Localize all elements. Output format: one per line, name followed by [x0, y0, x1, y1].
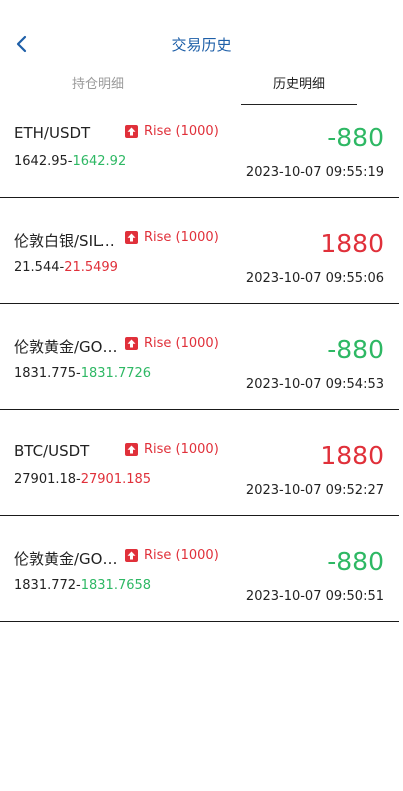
- trade-pair: 伦敦黄金/GOLD: [14, 550, 122, 568]
- trade-row[interactable]: 伦敦黄金/GOLD Rise (1000) 1831.775-1831.7726 -8…: [0, 304, 399, 410]
- price-range: 21.544-21.5499: [14, 260, 118, 275]
- trade-row[interactable]: 伦敦白银/SILVER Rise (1000) 21.544-21.5499 1880…: [0, 198, 399, 304]
- arrow-up-icon: [125, 231, 138, 244]
- open-price: 27901.18-: [14, 472, 81, 487]
- close-price: 27901.185: [80, 472, 152, 487]
- page-title: 交易历史: [171, 36, 232, 54]
- price-range: 1831.772-1831.7658: [14, 578, 151, 593]
- close-price: 1642.92: [72, 154, 127, 169]
- profit-loss: 1880: [320, 229, 384, 258]
- open-price: 1831.775-: [14, 366, 81, 381]
- trade-time: 2023-10-07 09:50:51: [245, 589, 384, 604]
- arrow-up-icon: [125, 549, 138, 562]
- close-price: 1831.7726: [80, 366, 152, 381]
- trade-pair: ETH/USDT: [14, 124, 91, 142]
- price-range: 1642.95-1642.92: [14, 154, 126, 169]
- trade-pair: 伦敦黄金/GOLD: [14, 338, 122, 356]
- header: 交易历史: [0, 0, 403, 80]
- trade-pair: BTC/USDT: [14, 442, 90, 460]
- trade-time: 2023-10-07 09:54:53: [245, 377, 384, 392]
- profit-loss: -880: [327, 335, 384, 364]
- profit-loss: 1880: [320, 441, 384, 470]
- direction-badge: Rise (1000): [125, 230, 219, 245]
- arrow-up-icon: [125, 443, 138, 456]
- trade-time: 2023-10-07 09:55:06: [245, 271, 384, 286]
- price-range: 27901.18-27901.185: [14, 472, 151, 487]
- trade-list: ETH/USDT Rise (1000) 1642.95-1642.92 -880 20…: [0, 92, 399, 622]
- direction-label: Rise (1000): [144, 442, 219, 457]
- trade-row[interactable]: ETH/USDT Rise (1000) 1642.95-1642.92 -880 20…: [0, 92, 399, 198]
- price-range: 1831.775-1831.7726: [14, 366, 151, 381]
- trade-row[interactable]: 伦敦黄金/GOLD Rise (1000) 1831.772-1831.7658 -8…: [0, 516, 399, 622]
- profit-loss: -880: [327, 123, 384, 152]
- direction-badge: Rise (1000): [125, 442, 219, 457]
- close-price: 21.5499: [64, 260, 118, 275]
- open-price: 1831.772-: [14, 578, 81, 593]
- open-price: 21.544-: [14, 260, 65, 275]
- open-price: 1642.95-: [14, 154, 73, 169]
- trade-time: 2023-10-07 09:55:19: [245, 165, 384, 180]
- direction-badge: Rise (1000): [125, 124, 219, 139]
- trade-pair: 伦敦白银/SILVER: [14, 232, 122, 250]
- close-price: 1831.7658: [80, 578, 152, 593]
- trade-row[interactable]: BTC/USDT Rise (1000) 27901.18-27901.185 188…: [0, 410, 399, 516]
- profit-loss: -880: [327, 547, 384, 576]
- direction-badge: Rise (1000): [125, 336, 219, 351]
- direction-label: Rise (1000): [144, 336, 219, 351]
- direction-label: Rise (1000): [144, 124, 219, 139]
- direction-badge: Rise (1000): [125, 548, 219, 563]
- direction-label: Rise (1000): [144, 548, 219, 563]
- arrow-up-icon: [125, 125, 138, 138]
- direction-label: Rise (1000): [144, 230, 219, 245]
- arrow-up-icon: [125, 337, 138, 350]
- trade-time: 2023-10-07 09:52:27: [245, 483, 384, 498]
